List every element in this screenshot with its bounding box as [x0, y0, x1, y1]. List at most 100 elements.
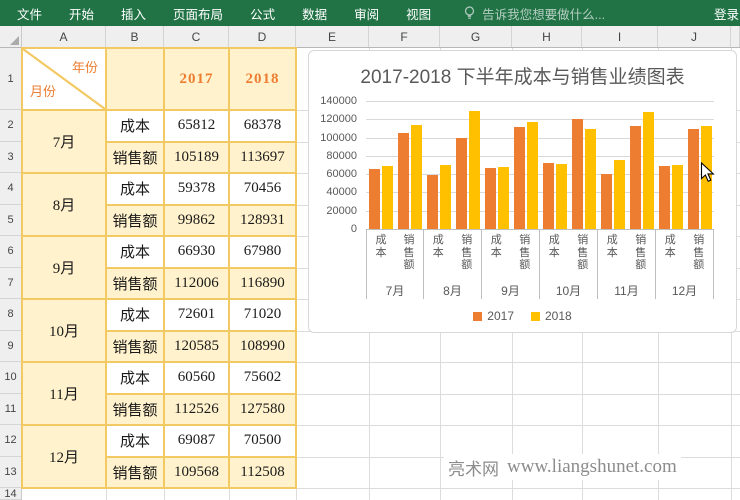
column-header-F[interactable]: F	[369, 26, 440, 47]
sales-value-cell[interactable]: 112526	[164, 394, 229, 426]
sales-label-cell[interactable]: 销售额	[106, 457, 164, 489]
row-header-3[interactable]: 3	[0, 142, 21, 174]
sales-value-cell[interactable]: 112006	[164, 268, 229, 300]
bar-2018[interactable]	[614, 160, 625, 229]
bar-2017[interactable]	[601, 174, 612, 229]
sales-value-cell[interactable]: 128931	[229, 205, 296, 237]
row-header-9[interactable]: 9	[0, 331, 21, 363]
cost-value-cell[interactable]: 67980	[229, 236, 296, 268]
cost-value-cell[interactable]: 66930	[164, 236, 229, 268]
bar-2018[interactable]	[498, 167, 509, 229]
month-cell-12月[interactable]: 12月	[22, 425, 106, 488]
row-header-7[interactable]: 7	[0, 268, 21, 300]
cost-value-cell[interactable]: 60560	[164, 362, 229, 394]
month-cell-7月[interactable]: 7月	[22, 110, 106, 173]
row-header-13[interactable]: 13	[0, 457, 21, 489]
cost-value-cell[interactable]: 59378	[164, 173, 229, 205]
row-header-12[interactable]: 12	[0, 425, 21, 457]
row-header-2[interactable]: 2	[0, 110, 21, 142]
ribbon-tab-6[interactable]: 数据	[302, 4, 327, 23]
sales-label-cell[interactable]: 销售额	[106, 205, 164, 237]
legend-item-2018[interactable]: 2018	[531, 309, 572, 323]
column-header-I[interactable]: I	[582, 26, 658, 47]
bar-2018[interactable]	[643, 112, 654, 229]
column-header-D[interactable]: D	[229, 26, 296, 47]
cost-value-cell[interactable]: 75602	[229, 362, 296, 394]
bar-2018[interactable]	[556, 164, 567, 229]
bar-2018[interactable]	[672, 165, 683, 229]
cost-value-cell[interactable]: 70500	[229, 425, 296, 457]
row-header-14[interactable]: 14	[0, 488, 21, 500]
ribbon-tab-4[interactable]: 页面布局	[173, 4, 223, 23]
cost-label-cell[interactable]: 成本	[106, 236, 164, 268]
sales-value-cell[interactable]: 99862	[164, 205, 229, 237]
cost-value-cell[interactable]: 69087	[164, 425, 229, 457]
sales-value-cell[interactable]: 108990	[229, 331, 296, 363]
cost-label-cell[interactable]: 成本	[106, 362, 164, 394]
year-header-2017[interactable]: 2017	[164, 48, 229, 110]
bar-2017[interactable]	[572, 119, 583, 229]
sales-value-cell[interactable]: 127580	[229, 394, 296, 426]
column-header-A[interactable]: A	[22, 26, 106, 47]
chart[interactable]: 2017-2018 下半年成本与销售业绩图表 14000012000010000…	[308, 50, 737, 333]
bar-2018[interactable]	[411, 125, 422, 229]
bar-2017[interactable]	[456, 138, 467, 229]
bar-2018[interactable]	[527, 122, 538, 229]
row-header-5[interactable]: 5	[0, 205, 21, 237]
row-header-6[interactable]: 6	[0, 236, 21, 268]
cost-label-cell[interactable]: 成本	[106, 173, 164, 205]
login-button[interactable]: 登录	[714, 4, 740, 23]
column-header-B[interactable]: B	[106, 26, 164, 47]
row-header-10[interactable]: 10	[0, 362, 21, 394]
month-cell-9月[interactable]: 9月	[22, 236, 106, 299]
cost-value-cell[interactable]: 65812	[164, 110, 229, 142]
sales-value-cell[interactable]: 116890	[229, 268, 296, 300]
bar-2017[interactable]	[369, 169, 380, 229]
bar-2017[interactable]	[427, 175, 438, 229]
bar-2018[interactable]	[469, 111, 480, 229]
month-cell-11月[interactable]: 11月	[22, 362, 106, 425]
column-header-H[interactable]: H	[512, 26, 582, 47]
sales-value-cell[interactable]: 113697	[229, 142, 296, 174]
sales-value-cell[interactable]: 105189	[164, 142, 229, 174]
cost-label-cell[interactable]: 成本	[106, 110, 164, 142]
bar-2017[interactable]	[398, 133, 409, 229]
year-header-2018[interactable]: 2018	[229, 48, 296, 110]
bar-2018[interactable]	[585, 129, 596, 229]
cost-value-cell[interactable]: 72601	[164, 299, 229, 331]
sales-label-cell[interactable]: 销售额	[106, 394, 164, 426]
sales-value-cell[interactable]: 109568	[164, 457, 229, 489]
cost-value-cell[interactable]: 70456	[229, 173, 296, 205]
sales-value-cell[interactable]: 120585	[164, 331, 229, 363]
ribbon-tab-7[interactable]: 审阅	[354, 4, 379, 23]
column-header-J[interactable]: J	[658, 26, 731, 47]
row-header-4[interactable]: 4	[0, 173, 21, 205]
empty-header-cell[interactable]	[106, 48, 164, 110]
sales-label-cell[interactable]: 销售额	[106, 142, 164, 174]
bar-2017[interactable]	[688, 129, 699, 229]
ribbon-tab-5[interactable]: 公式	[250, 4, 275, 23]
corner-header-cell[interactable]: 年份月份	[22, 48, 106, 110]
column-header-C[interactable]: C	[164, 26, 229, 47]
sales-label-cell[interactable]: 销售额	[106, 331, 164, 363]
cost-value-cell[interactable]: 68378	[229, 110, 296, 142]
bar-2017[interactable]	[514, 127, 525, 229]
bar-2018[interactable]	[440, 165, 451, 229]
tell-me-search[interactable]: 告诉我您想要做什么...	[463, 4, 605, 23]
month-cell-8月[interactable]: 8月	[22, 173, 106, 236]
month-cell-10月[interactable]: 10月	[22, 299, 106, 362]
ribbon-tab-1[interactable]: 文件	[17, 4, 42, 23]
sales-value-cell[interactable]: 112508	[229, 457, 296, 489]
bar-2018[interactable]	[382, 166, 393, 229]
row-header-1[interactable]: 1	[0, 48, 21, 110]
cost-value-cell[interactable]: 71020	[229, 299, 296, 331]
row-header-11[interactable]: 11	[0, 394, 21, 426]
sales-label-cell[interactable]: 销售额	[106, 268, 164, 300]
bar-2017[interactable]	[630, 126, 641, 229]
cost-label-cell[interactable]: 成本	[106, 299, 164, 331]
column-header-E[interactable]: E	[296, 26, 369, 47]
legend-item-2017[interactable]: 2017	[473, 309, 514, 323]
bar-2017[interactable]	[485, 168, 496, 229]
column-header-G[interactable]: G	[440, 26, 512, 47]
select-all-corner[interactable]	[0, 26, 22, 47]
